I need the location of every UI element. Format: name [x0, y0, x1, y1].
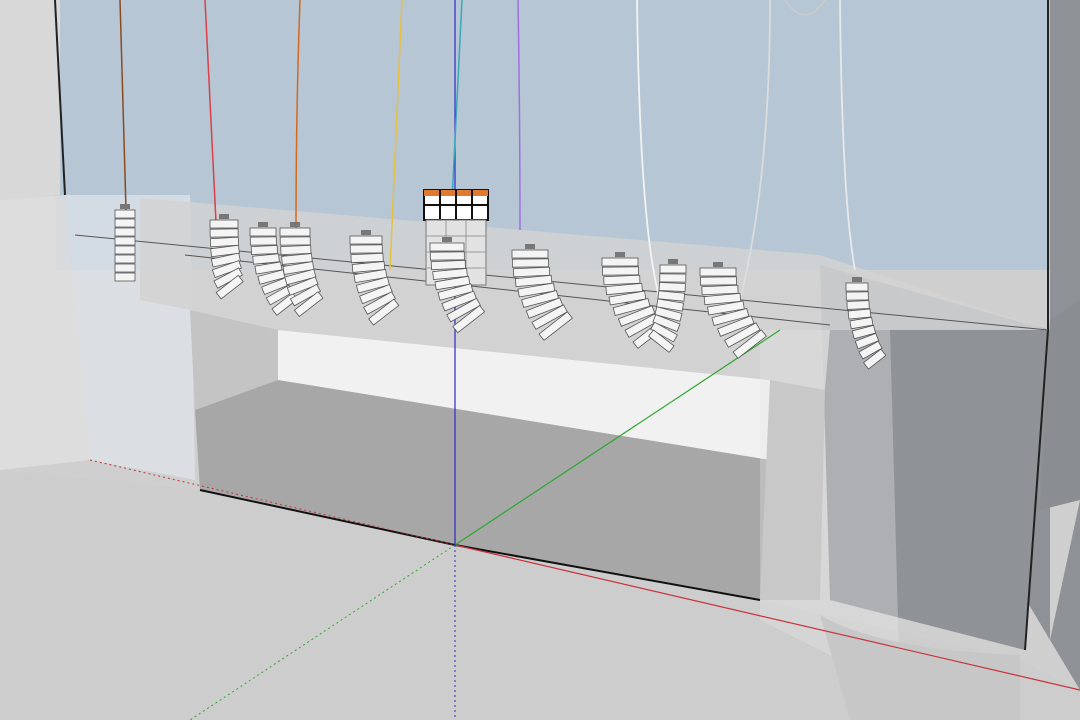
speaker-box[interactable]: [114, 263, 136, 273]
speaker-box[interactable]: [279, 236, 311, 246]
speaker-box[interactable]: [699, 267, 737, 277]
speaker-box[interactable]: [209, 219, 239, 229]
speaker-box[interactable]: [601, 257, 639, 267]
speaker-box[interactable]: [845, 291, 869, 301]
speaker-box[interactable]: [209, 236, 240, 248]
speaker-box[interactable]: [513, 266, 551, 278]
speaker-array-1[interactable]: [114, 204, 136, 282]
speaker-box[interactable]: [603, 274, 641, 286]
scene-canvas[interactable]: [0, 0, 1080, 720]
speaker-box[interactable]: [209, 228, 239, 238]
speaker-box[interactable]: [280, 244, 312, 256]
ground-plane: [0, 0, 60, 200]
speaker-box[interactable]: [700, 276, 737, 286]
speaker-box[interactable]: [349, 235, 383, 245]
speaker-box[interactable]: [114, 245, 136, 255]
speaker-box[interactable]: [349, 244, 383, 254]
speaker-box[interactable]: [659, 264, 687, 274]
speaker-box[interactable]: [511, 258, 549, 268]
speaker-box[interactable]: [350, 252, 384, 264]
3d-viewport[interactable]: [0, 0, 1080, 720]
speaker-box[interactable]: [250, 245, 278, 255]
speaker-box[interactable]: [511, 249, 549, 259]
speaker-box[interactable]: [114, 218, 136, 228]
speaker-box[interactable]: [114, 254, 136, 264]
speaker-box[interactable]: [845, 282, 869, 292]
speaker-box[interactable]: [114, 272, 136, 282]
speaker-box[interactable]: [249, 227, 277, 237]
speaker-box[interactable]: [430, 259, 466, 271]
speaker-box[interactable]: [114, 236, 136, 246]
speaker-box[interactable]: [279, 227, 311, 237]
speaker-box[interactable]: [429, 242, 465, 252]
speaker-box[interactable]: [249, 236, 277, 246]
speaker-box[interactable]: [658, 282, 686, 292]
speaker-box[interactable]: [701, 284, 739, 296]
speaker-box[interactable]: [114, 227, 136, 237]
speaker-box[interactable]: [429, 251, 465, 261]
speaker-box[interactable]: [847, 308, 872, 320]
speaker-box[interactable]: [602, 266, 639, 276]
speaker-box[interactable]: [114, 209, 136, 219]
speaker-box[interactable]: [659, 273, 687, 283]
speaker-box[interactable]: [846, 300, 870, 310]
